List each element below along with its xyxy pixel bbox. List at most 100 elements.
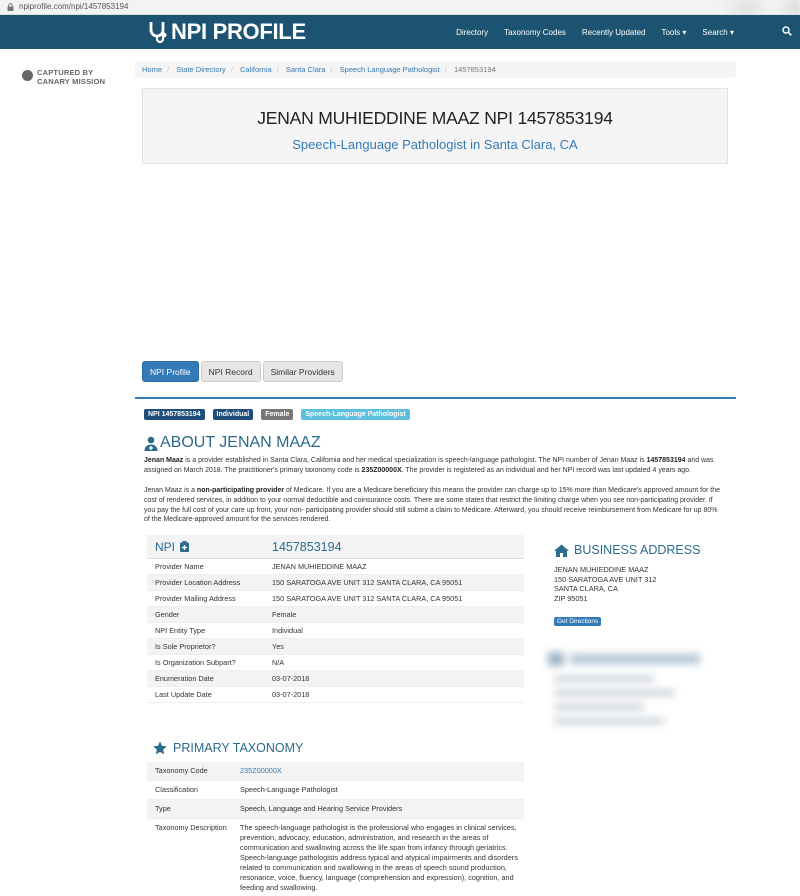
profile-tabs: NPI Profile NPI Record Similar Providers: [142, 361, 345, 382]
row-value: The speech-language pathologist is the p…: [240, 823, 518, 892]
table-row: Gender Female: [147, 607, 524, 623]
nav-search[interactable]: Search ▾: [702, 28, 734, 37]
row-value: Speech, Language and Hearing Service Pro…: [240, 804, 403, 813]
badge-row: NPI 1457853194 Individual Female Speech-…: [144, 409, 418, 420]
npi-label: NPI: [155, 539, 176, 554]
row-label: Type: [155, 804, 171, 813]
browser-url: npiprofile.com/npi/1457853194: [19, 2, 129, 11]
row-label: Is Organization Subpart?: [155, 658, 236, 667]
about-heading: ABOUT JENAN MAAZ: [144, 434, 321, 452]
table-row: Is Sole Proprietor? Yes: [147, 639, 524, 655]
table-row: Is Organization Subpart? N/A: [147, 655, 524, 671]
about-text: Jenan Maaz is a: [144, 487, 197, 494]
breadcrumb-current: 1457853194: [453, 65, 496, 74]
address-line: ZIP 95051: [554, 593, 588, 603]
row-label: Enumeration Date: [155, 674, 214, 683]
row-label: Gender: [155, 610, 180, 619]
address-line: JENAN MUHIEDDINE MAAZ: [554, 565, 649, 574]
breadcrumb-state-directory[interactable]: State Directory: [176, 65, 226, 74]
taxonomy-table: Taxonomy Code 235Z00000X Classification Sp…: [147, 762, 524, 896]
badge-entity-type: Individual: [212, 409, 254, 420]
nav-directory[interactable]: Directory: [456, 28, 488, 37]
npi-table-header: NPI 1457853194: [147, 535, 524, 559]
row-label: Taxonomy Description: [155, 823, 227, 832]
get-directions-button[interactable]: Get Directions: [554, 617, 602, 626]
clipboard-icon: [180, 541, 190, 552]
npi-bold: 1457853194: [646, 457, 686, 464]
npi-value: 1457853194: [272, 539, 342, 554]
table-row: Taxonomy Description The speech-language …: [147, 819, 524, 896]
address-line: 150 SARATOGA AVE UNIT 312: [554, 574, 657, 584]
breadcrumb: Home / State Directory / California / Santa…: [135, 61, 736, 78]
row-value: Yes: [272, 642, 284, 651]
watermark-badge: CAPTURED BY CANARY MISSION: [22, 68, 105, 86]
row-value: Female: [272, 610, 297, 619]
about-title: ABOUT JENAN MAAZ: [160, 434, 321, 451]
taxonomy-title: PRIMARY TAXONOMY: [173, 741, 304, 755]
watermark-line1: CAPTURED BY: [37, 68, 94, 77]
row-value: JENAN MUHIEDDINE MAAZ: [272, 562, 367, 571]
brand-text: NPI PROFILE: [171, 19, 306, 44]
table-row: Provider Location Address 150 SARATOGA AV…: [147, 575, 524, 591]
about-paragraph-2: Jenan Maaz is a non-participating provid…: [144, 486, 720, 525]
taxonomy-code-link[interactable]: 235Z00000X: [240, 762, 524, 780]
breadcrumb-santa-clara[interactable]: Santa Clara: [286, 65, 326, 74]
table-row: Provider Name JENAN MUHIEDDINE MAAZ: [147, 559, 524, 575]
stethoscope-icon: [149, 22, 167, 44]
table-row: Enumeration Date 03-07-2018: [147, 671, 524, 687]
tab-npi-profile[interactable]: NPI Profile: [142, 361, 199, 382]
table-row: Classification Speech-Language Pathologis…: [147, 781, 524, 800]
table-row: Type Speech, Language and Hearing Service…: [147, 800, 524, 819]
star-icon: [153, 741, 167, 755]
nav-links: Directory Taxonomy Codes Recently Update…: [440, 15, 792, 49]
row-value: 03-07-2018: [272, 690, 310, 699]
redacted-area: [720, 0, 800, 14]
page-subtitle: Speech-Language Pathologist in Santa Cla…: [292, 137, 578, 152]
lock-icon: [7, 3, 14, 11]
table-row: NPI Entity Type Individual: [147, 623, 524, 639]
business-address: BUSINESS ADDRESS JENAN MUHIEDDINE MAAZ 1…: [554, 543, 700, 628]
tab-similar-providers[interactable]: Similar Providers: [262, 361, 343, 382]
about-paragraph-1: Jenan Maaz is a provider established in …: [144, 456, 720, 476]
row-label: Is Sole Proprietor?: [155, 642, 216, 651]
nav-tools[interactable]: Tools ▾: [661, 28, 686, 37]
brand-logo[interactable]: NPI PROFILE: [147, 19, 306, 45]
row-label: Classification: [155, 785, 198, 794]
row-label: Provider Mailing Address: [155, 594, 236, 603]
badge-specialty: Speech-Language Pathologist: [301, 409, 410, 420]
row-label: Last Update Date: [155, 690, 212, 699]
page-title: JENAN MUHIEDDINE MAAZ NPI 1457853194: [257, 108, 613, 128]
about-text: . The provider is registered as an indiv…: [401, 466, 692, 474]
about-text: is a provider established in Santa Clara…: [183, 457, 647, 464]
watermark-line2: CANARY MISSION: [37, 77, 106, 86]
address-line: SANTA CLARA, CA: [554, 584, 618, 593]
breadcrumb-specialty[interactable]: Speech Language Pathologist: [340, 65, 440, 74]
redacted-map-area: [548, 650, 718, 735]
row-value: N/A: [272, 658, 285, 667]
row-label: Provider Name: [155, 562, 204, 571]
page-header: JENAN MUHIEDDINE MAAZ NPI 1457853194 Spe…: [142, 88, 728, 164]
top-navbar: NPI PROFILE Directory Taxonomy Codes Rec…: [0, 15, 800, 49]
table-row: Last Update Date 03-07-2018: [147, 687, 524, 703]
home-icon: [554, 544, 569, 557]
row-label: Provider Location Address: [155, 578, 241, 587]
nav-recently-updated[interactable]: Recently Updated: [582, 28, 646, 37]
browser-address-bar[interactable]: npiprofile.com/npi/1457853194: [0, 0, 800, 15]
search-icon[interactable]: [782, 26, 792, 36]
row-value: Individual: [272, 626, 303, 635]
tab-npi-record[interactable]: NPI Record: [200, 361, 261, 382]
business-address-title: BUSINESS ADDRESS: [574, 543, 701, 557]
table-row: Taxonomy Code 235Z00000X: [147, 762, 524, 781]
provider-name-bold: Jenan Maaz: [144, 457, 184, 464]
npi-details-table: NPI 1457853194 Provider Name JENAN MUHIED…: [147, 535, 524, 703]
nav-taxonomy-codes[interactable]: Taxonomy Codes: [504, 28, 566, 37]
taxonomy-code-bold: 235Z00000X: [361, 466, 402, 474]
row-label: Taxonomy Code: [155, 766, 208, 775]
badge-npi: NPI 1457853194: [144, 409, 205, 420]
user-doctor-icon: [144, 436, 158, 451]
table-row: Provider Mailing Address 150 SARATOGA AVE…: [147, 591, 524, 607]
row-label: NPI Entity Type: [155, 626, 206, 635]
breadcrumb-home[interactable]: Home: [142, 65, 162, 74]
badge-gender: Female: [261, 409, 294, 420]
breadcrumb-california[interactable]: California: [240, 65, 272, 74]
